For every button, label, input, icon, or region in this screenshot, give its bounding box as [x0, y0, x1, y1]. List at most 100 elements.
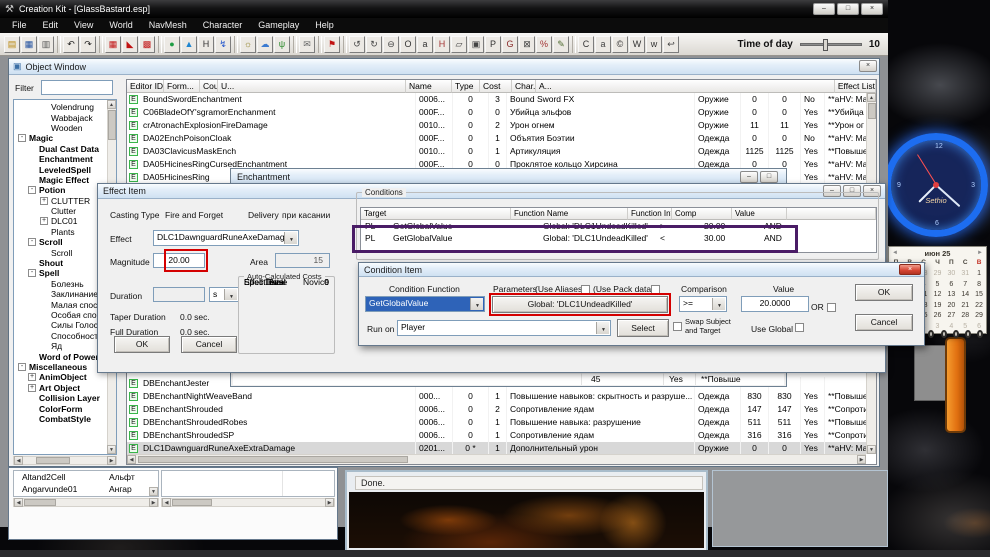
duration-unit-dropdown[interactable]: s: [209, 287, 239, 302]
menu-item[interactable]: NavMesh: [141, 18, 195, 33]
landscape-icon[interactable]: ▲: [181, 36, 197, 53]
markers-icon[interactable]: O: [400, 36, 416, 53]
tree-item[interactable]: Заклинание: [16, 289, 106, 299]
world-big-icon[interactable]: W: [629, 36, 645, 53]
condition-column-header[interactable]: Value: [732, 208, 787, 220]
magnitude-input[interactable]: 20.00: [153, 253, 205, 268]
tree-item[interactable]: Collision Layer: [16, 393, 106, 403]
tree-item[interactable]: Силы Голоса: [16, 320, 106, 330]
minimize-button[interactable]: –: [740, 171, 758, 183]
scroll-down-icon[interactable]: ▼: [149, 487, 158, 496]
calendar-day[interactable]: 31: [958, 269, 972, 280]
scrollbar-thumb[interactable]: [36, 457, 70, 464]
undo-icon[interactable]: ↶: [63, 36, 79, 53]
tree-item[interactable]: Способности: [16, 331, 106, 341]
use-aliases-checkbox[interactable]: [581, 285, 590, 294]
menu-item[interactable]: View: [66, 18, 101, 33]
calendar-next-icon[interactable]: ►: [974, 250, 986, 256]
tree-item[interactable]: + DLC01: [16, 216, 106, 226]
calendar-day[interactable]: 5: [931, 280, 945, 291]
close-button[interactable]: ×: [859, 60, 877, 72]
minimize-button[interactable]: –: [813, 3, 835, 15]
scrollbar-thumb[interactable]: [868, 103, 876, 119]
condition-item-title-bar[interactable]: Condition Item ×: [359, 263, 924, 277]
calendar-day[interactable]: 26: [931, 311, 945, 322]
scroll-right-icon[interactable]: ▶: [857, 455, 866, 464]
table-row[interactable]: E DA02EnchPoisonCloak 000F... 0 1 Объяти…: [127, 132, 866, 145]
column-header[interactable]: Char...: [512, 80, 536, 93]
tree-item[interactable]: Magic Effect: [16, 175, 106, 185]
return-icon[interactable]: ↩: [663, 36, 679, 53]
toolbar-separator[interactable]: [293, 36, 297, 53]
tree-item[interactable]: Малая спос: [16, 299, 106, 309]
tree-expander-icon[interactable]: +: [28, 384, 36, 392]
scroll-left-icon[interactable]: ◀: [14, 498, 23, 507]
tree-item[interactable]: + Art Object: [16, 383, 106, 393]
tree-item[interactable]: Volendrung: [16, 102, 106, 112]
clock-gadget[interactable]: 12369 Sethio: [884, 133, 988, 237]
toolbar-separator[interactable]: [234, 36, 238, 53]
grass-icon[interactable]: ψ: [274, 36, 290, 53]
or-checkbox[interactable]: [827, 303, 836, 312]
tree-item[interactable]: Enchantment: [16, 154, 106, 164]
calendar-day[interactable]: 8: [972, 280, 986, 291]
ok-button[interactable]: OK: [855, 284, 913, 301]
hinges-icon[interactable]: H: [434, 36, 450, 53]
tree-item[interactable]: - Scroll: [16, 237, 106, 247]
run-havok-icon[interactable]: ↯: [215, 36, 231, 53]
menu-item[interactable]: File: [4, 18, 35, 33]
scroll-up-icon[interactable]: ▲: [107, 100, 116, 109]
multibound-icon[interactable]: %: [536, 36, 552, 53]
calendar-day[interactable]: 29: [931, 269, 945, 280]
tree-item[interactable]: Wooden: [16, 123, 106, 133]
column-header[interactable]: Type: [452, 80, 480, 93]
tree-item[interactable]: Особая спос: [16, 310, 106, 320]
tree-expander-icon[interactable]: +: [40, 197, 48, 205]
tree-expander-icon[interactable]: +: [40, 217, 48, 225]
calendar-day[interactable]: 1: [972, 269, 986, 280]
global-parameter-button[interactable]: Global: 'DLC1UndeadKilled': [492, 296, 668, 313]
column-header[interactable]: Effect List: [835, 80, 876, 93]
table-row[interactable]: E DBEnchantShrouded 0006... 0 2 Сопротив…: [127, 403, 866, 416]
run-on-dropdown[interactable]: Player: [397, 320, 611, 336]
collision-icon[interactable]: ⊠: [519, 36, 535, 53]
tree-item[interactable]: Plants: [16, 227, 106, 237]
ok-button[interactable]: OK: [114, 336, 170, 353]
tree-item[interactable]: Болезнь: [16, 279, 106, 289]
column-header[interactable]: Name: [406, 80, 452, 93]
cube-icon[interactable]: ▱: [451, 36, 467, 53]
tree-item[interactable]: + AnimObject: [16, 372, 106, 382]
world-small-icon[interactable]: w: [646, 36, 662, 53]
circle-minus-icon[interactable]: ⊖: [383, 36, 399, 53]
copyright-icon[interactable]: ©: [612, 36, 628, 53]
table-row[interactable]: E BoundSwordEnchantment 0006... 0 3 Boun…: [127, 93, 866, 106]
calendar-day[interactable]: 7: [958, 280, 972, 291]
scroll-up-icon[interactable]: ▲: [867, 93, 876, 102]
rotate-global-icon[interactable]: ↻: [366, 36, 382, 53]
table-row[interactable]: E DBEnchantShroudedRobes 0006... 0 1 Пов…: [127, 416, 866, 429]
use-pack-data-checkbox[interactable]: [651, 285, 660, 294]
toolbar-separator[interactable]: [318, 36, 322, 53]
menu-item[interactable]: Gameplay: [250, 18, 307, 33]
condition-column-header[interactable]: Target: [361, 208, 511, 220]
scroll-right-icon[interactable]: ▶: [325, 498, 334, 507]
objects-icon[interactable]: a: [417, 36, 433, 53]
comparison-dropdown[interactable]: >=: [679, 296, 727, 312]
lights-icon[interactable]: ☼: [240, 36, 256, 53]
calendar-day[interactable]: 21: [958, 301, 972, 312]
scrollbar-thumb[interactable]: [108, 110, 116, 140]
condition-function-dropdown[interactable]: GetGlobalValue: [365, 296, 485, 312]
column-header[interactable]: Count: [200, 80, 218, 93]
tree-expander-icon[interactable]: -: [28, 238, 36, 246]
table-row[interactable]: E DBEnchantNightWeaveBand 000... 0 1 Пов…: [127, 390, 866, 403]
object-window-title-bar[interactable]: ▣ Object Window ×: [9, 59, 879, 75]
toolbar-separator[interactable]: [572, 36, 576, 53]
tree-item[interactable]: - Miscellaneous: [16, 362, 106, 372]
object-palette-icon[interactable]: a: [595, 36, 611, 53]
tree-item[interactable]: - Potion: [16, 185, 106, 195]
tree-expander-icon[interactable]: -: [18, 134, 26, 142]
close-button[interactable]: ×: [861, 3, 883, 15]
calendar-day[interactable]: 29: [972, 311, 986, 322]
horizontal-scrollbar[interactable]: ◀ ▶: [13, 456, 117, 465]
calendar-day[interactable]: 13: [944, 290, 958, 301]
